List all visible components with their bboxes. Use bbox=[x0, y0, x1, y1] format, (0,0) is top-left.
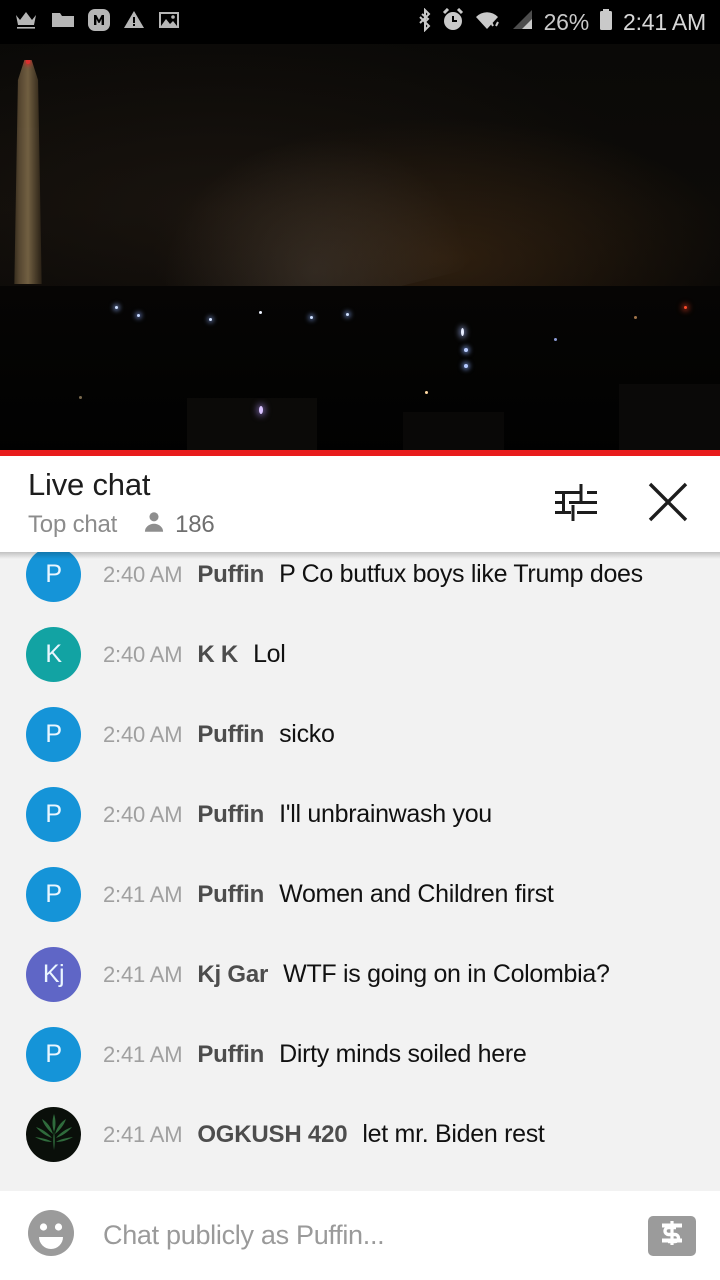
chat-header-subrow: Top chat 186 bbox=[28, 509, 215, 540]
viewer-count-label: 186 bbox=[175, 510, 215, 538]
message-timestamp: 2:40 AM bbox=[103, 721, 183, 747]
chat-mode-label[interactable]: Top chat bbox=[28, 511, 117, 539]
message-author[interactable]: Puffin bbox=[197, 881, 264, 909]
list-item[interactable]: P 2:40 AM Puffin I'll unbrainwash you bbox=[0, 774, 720, 854]
list-item[interactable]: Kj 2:41 AM Kj Gar WTF is going on in Col… bbox=[0, 934, 720, 1014]
message-text: Women and Children first bbox=[279, 879, 554, 908]
message-author[interactable]: Puffin bbox=[197, 1041, 264, 1069]
message-body: 2:41 AM OGKUSH 420 let mr. Biden rest bbox=[103, 1120, 545, 1149]
live-chat-screen: 26% 2:41 AM Live chat Top chat 186 P 2:4… bbox=[0, 0, 720, 1280]
list-item[interactable]: P 2:41 AM Puffin Women and Children firs… bbox=[0, 854, 720, 934]
message-body: 2:40 AM Puffin I'll unbrainwash you bbox=[103, 800, 492, 829]
warning-icon bbox=[123, 10, 145, 35]
avatar[interactable]: K bbox=[26, 626, 81, 682]
message-timestamp: 2:40 AM bbox=[103, 561, 183, 587]
chat-input-bar bbox=[0, 1191, 720, 1280]
message-body: 2:40 AM K K Lol bbox=[103, 640, 286, 669]
emoji-picker-button[interactable] bbox=[24, 1209, 78, 1263]
message-timestamp: 2:41 AM bbox=[103, 1121, 183, 1147]
image-icon bbox=[158, 10, 180, 35]
avatar[interactable]: P bbox=[26, 706, 81, 762]
message-text: sicko bbox=[279, 719, 335, 748]
list-item[interactable]: P 2:41 AM Puffin Dirty minds soiled here bbox=[0, 1014, 720, 1094]
message-text: let mr. Biden rest bbox=[362, 1119, 545, 1148]
message-author[interactable]: OGKUSH 420 bbox=[197, 1121, 347, 1149]
emoji-smiley-icon bbox=[25, 1207, 77, 1264]
bluetooth-icon bbox=[418, 7, 432, 37]
battery-icon bbox=[598, 8, 614, 37]
status-bar: 26% 2:41 AM bbox=[0, 0, 720, 44]
m-badge-icon bbox=[88, 8, 110, 36]
folder-icon bbox=[51, 10, 75, 35]
avatar[interactable]: P bbox=[26, 786, 81, 842]
message-timestamp: 2:41 AM bbox=[103, 1041, 183, 1067]
message-timestamp: 2:41 AM bbox=[103, 881, 183, 907]
list-item[interactable]: 2:41 AM OGKUSH 420 let mr. Biden rest bbox=[0, 1094, 720, 1174]
avatar[interactable]: Kj bbox=[26, 946, 81, 1002]
list-item[interactable]: P 2:40 AM Puffin sicko bbox=[0, 694, 720, 774]
tune-sliders-icon bbox=[553, 481, 599, 528]
close-chat-button[interactable] bbox=[644, 480, 692, 528]
alarm-icon bbox=[441, 7, 465, 37]
message-text: P Co butfux boys like Trump does bbox=[279, 559, 643, 588]
chat-input[interactable] bbox=[103, 1220, 634, 1251]
message-author[interactable]: Kj Gar bbox=[197, 961, 268, 989]
chat-settings-button[interactable] bbox=[552, 480, 600, 528]
message-body: 2:41 AM Puffin Dirty minds soiled here bbox=[103, 1039, 527, 1069]
crown-icon bbox=[14, 10, 38, 35]
list-item[interactable]: K 2:40 AM K K Lol bbox=[0, 614, 720, 694]
message-body: 2:41 AM Puffin Women and Children first bbox=[103, 880, 554, 909]
person-icon bbox=[141, 509, 167, 540]
list-item[interactable]: P 2:40 AM Puffin P Co butfux boys like T… bbox=[0, 552, 720, 614]
message-author[interactable]: Puffin bbox=[197, 721, 264, 749]
chat-header-actions bbox=[552, 480, 692, 528]
cannabis-leaf-icon bbox=[32, 1110, 76, 1159]
battery-percent-label: 26% bbox=[543, 8, 590, 35]
message-text: I'll unbrainwash you bbox=[279, 799, 492, 828]
avatar[interactable] bbox=[26, 1106, 81, 1162]
message-timestamp: 2:40 AM bbox=[103, 641, 183, 667]
message-author[interactable]: Puffin bbox=[197, 801, 264, 829]
page-title: Live chat bbox=[28, 466, 151, 502]
avatar[interactable]: P bbox=[26, 552, 81, 602]
superchat-dollar-icon bbox=[658, 1220, 686, 1251]
status-bar-right-icons: 26% 2:41 AM bbox=[418, 7, 706, 37]
message-body: 2:41 AM Kj Gar WTF is going on in Colomb… bbox=[103, 960, 610, 989]
cellular-signal-icon bbox=[511, 8, 535, 37]
message-author[interactable]: K K bbox=[197, 641, 238, 669]
wifi-icon bbox=[474, 8, 502, 37]
live-video-player[interactable] bbox=[0, 44, 720, 456]
message-timestamp: 2:41 AM bbox=[103, 961, 183, 987]
message-text: WTF is going on in Colombia? bbox=[283, 959, 610, 988]
message-text: Dirty minds soiled here bbox=[279, 1039, 527, 1068]
clock-time-label: 2:41 AM bbox=[623, 8, 706, 35]
close-x-icon bbox=[645, 479, 691, 530]
message-text: Lol bbox=[253, 639, 286, 668]
message-timestamp: 2:40 AM bbox=[103, 801, 183, 827]
chat-message-list[interactable]: P 2:40 AM Puffin P Co butfux boys like T… bbox=[0, 552, 720, 1191]
live-chat-header: Live chat Top chat 186 bbox=[0, 456, 720, 552]
superchat-button[interactable] bbox=[648, 1215, 696, 1256]
avatar[interactable]: P bbox=[26, 866, 81, 922]
status-bar-left-icons bbox=[14, 8, 180, 36]
message-body: 2:40 AM Puffin P Co butfux boys like Tru… bbox=[103, 560, 643, 589]
chat-header-texts: Live chat Top chat 186 bbox=[28, 466, 215, 541]
video-foreground bbox=[0, 286, 720, 456]
message-author[interactable]: Puffin bbox=[197, 561, 264, 589]
message-body: 2:40 AM Puffin sicko bbox=[103, 720, 335, 749]
avatar[interactable]: P bbox=[26, 1026, 81, 1082]
